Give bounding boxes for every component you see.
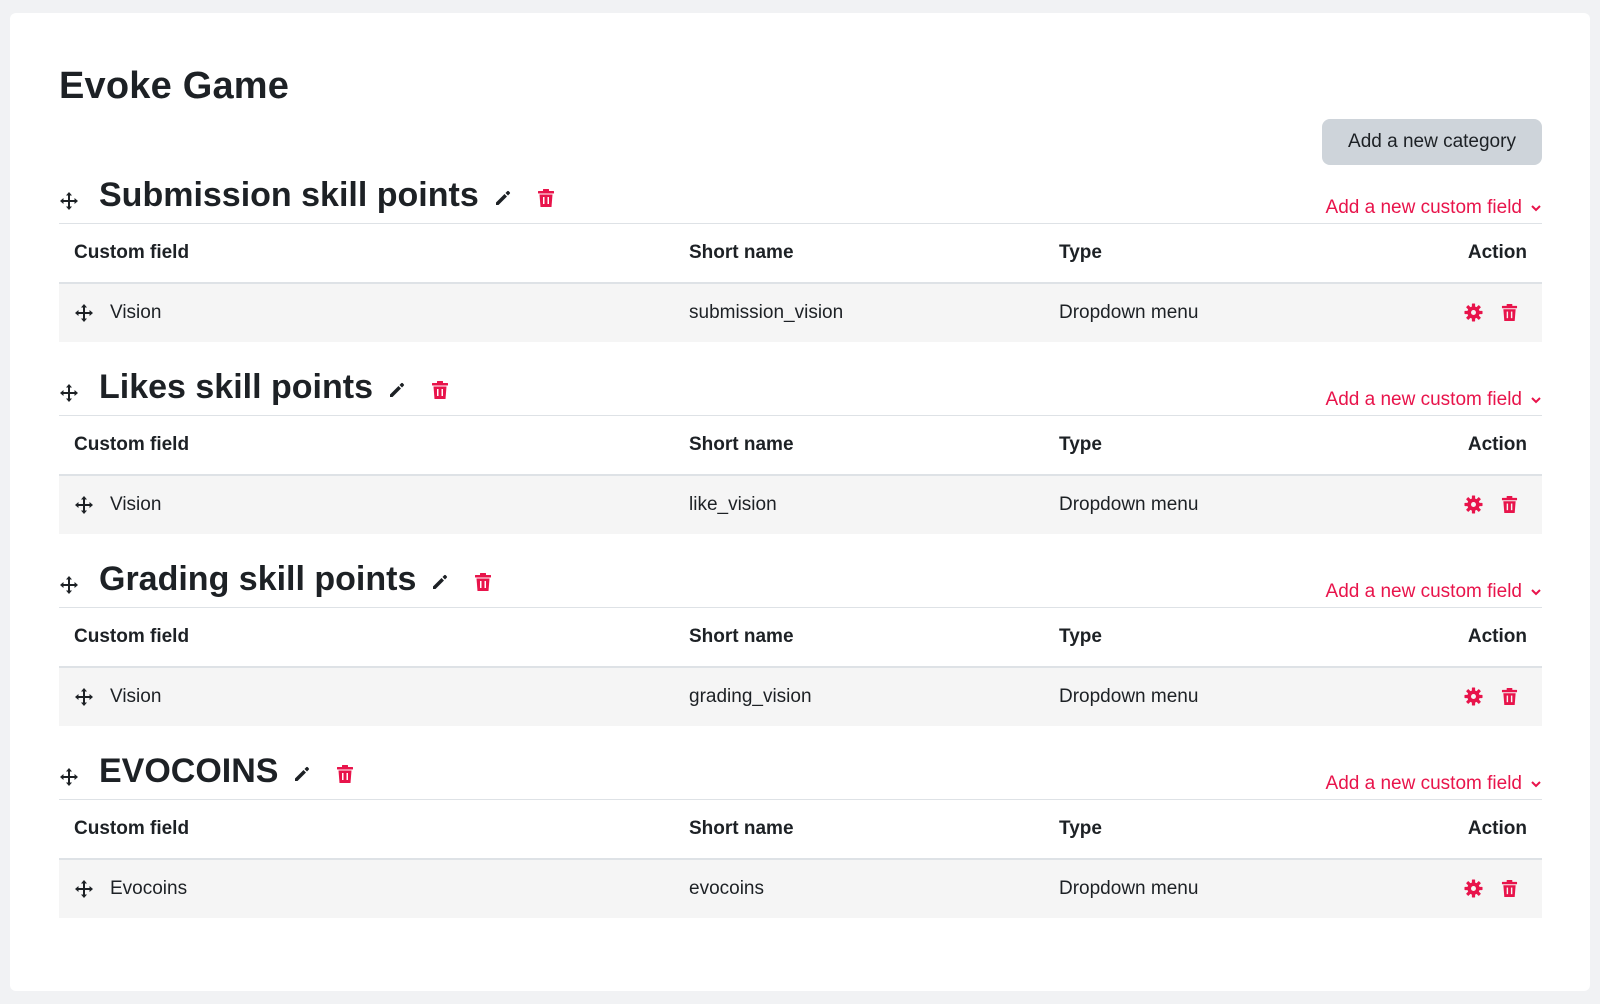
chevron-down-icon [1531,781,1541,788]
header-action: Action [1467,626,1527,647]
move-icon[interactable] [74,495,94,515]
category-name: EVOCOINS [99,751,279,790]
field-name: Vision [110,686,162,707]
add-custom-field-label: Add a new custom field [1325,773,1522,794]
header-type: Type [1059,242,1102,263]
category-title: Likes skill points [99,365,449,409]
add-custom-field-label: Add a new custom field [1325,581,1522,602]
add-custom-field-dropdown[interactable]: Add a new custom field [1326,773,1542,795]
add-custom-field-dropdown[interactable]: Add a new custom field [1326,197,1542,219]
category-name: Likes skill points [99,367,373,406]
header-short-name: Short name [689,434,794,455]
field-name: Vision [110,494,162,515]
main-card: Evoke Game Add a new category Submission… [10,13,1590,991]
add-custom-field-label: Add a new custom field [1325,389,1522,410]
category-title: Submission skill points [99,173,555,217]
header-short-name: Short name [689,242,794,263]
trash-icon[interactable] [1501,495,1518,514]
header-short-name: Short name [689,626,794,647]
category-title: EVOCOINS [99,749,354,793]
header-action: Action [1467,434,1527,455]
page-title: Evoke Game [59,65,290,107]
table-row: Vision like_vision Dropdown menu [59,476,1542,534]
move-icon[interactable] [59,575,79,595]
move-icon[interactable] [74,879,94,899]
category-section: Likes skill points Add a new custom fiel… [59,365,1542,534]
trash-icon[interactable] [1501,303,1518,322]
row-actions [1464,495,1518,514]
category-header: Likes skill points Add a new custom fiel… [59,365,1542,415]
header-custom-field: Custom field [74,434,190,455]
gear-icon[interactable] [1464,495,1483,514]
row-actions [1464,303,1518,322]
field-name: Vision [110,302,162,323]
category-header: Submission skill points Add a new custom… [59,173,1542,223]
add-custom-field-dropdown[interactable]: Add a new custom field [1326,389,1542,411]
trash-icon[interactable] [474,572,492,592]
header-type: Type [1059,434,1102,455]
trash-icon[interactable] [537,188,555,208]
trash-icon[interactable] [336,764,354,784]
field-short-name: evocoins [689,878,764,899]
category-name: Grading skill points [99,559,417,598]
header-action: Action [1467,242,1527,263]
table-header: Custom field Short name Type Action [59,800,1542,860]
table-row: Evocoins evocoins Dropdown menu [59,860,1542,918]
table-header: Custom field Short name Type Action [59,224,1542,284]
header-short-name: Short name [689,818,794,839]
pencil-icon[interactable] [493,188,513,208]
move-icon[interactable] [59,767,79,787]
custom-fields-table: Custom field Short name Type Action Evoc… [59,799,1542,918]
table-header: Custom field Short name Type Action [59,416,1542,476]
custom-fields-table: Custom field Short name Type Action Visi… [59,223,1542,342]
field-name: Evocoins [110,878,188,899]
field-type: Dropdown menu [1059,686,1199,707]
trash-icon[interactable] [1501,879,1518,898]
category-section: EVOCOINS Add a new custom field Custom f… [59,749,1542,918]
custom-fields-table: Custom field Short name Type Action Visi… [59,607,1542,726]
table-row: Vision grading_vision Dropdown menu [59,668,1542,726]
chevron-down-icon [1531,205,1541,212]
category-section: Grading skill points Add a new custom fi… [59,557,1542,726]
trash-icon[interactable] [1501,687,1518,706]
category-section: Submission skill points Add a new custom… [59,173,1542,342]
header-custom-field: Custom field [74,242,190,263]
category-header: EVOCOINS Add a new custom field [59,749,1542,799]
category-header: Grading skill points Add a new custom fi… [59,557,1542,607]
custom-fields-table: Custom field Short name Type Action Visi… [59,415,1542,534]
gear-icon[interactable] [1464,303,1483,322]
field-short-name: submission_vision [689,302,844,323]
header-action: Action [1467,818,1527,839]
field-type: Dropdown menu [1059,302,1199,323]
gear-icon[interactable] [1464,879,1483,898]
gear-icon[interactable] [1464,687,1483,706]
table-row: Vision submission_vision Dropdown menu [59,284,1542,342]
move-icon[interactable] [74,687,94,707]
pencil-icon[interactable] [430,572,450,592]
field-type: Dropdown menu [1059,494,1199,515]
header-type: Type [1059,626,1102,647]
header-type: Type [1059,818,1102,839]
pencil-icon[interactable] [292,764,312,784]
move-icon[interactable] [74,303,94,323]
field-short-name: like_vision [689,494,777,515]
trash-icon[interactable] [431,380,449,400]
chevron-down-icon [1531,397,1541,404]
add-custom-field-dropdown[interactable]: Add a new custom field [1326,581,1542,603]
chevron-down-icon [1531,589,1541,596]
header-custom-field: Custom field [74,626,190,647]
pencil-icon[interactable] [387,380,407,400]
add-custom-field-label: Add a new custom field [1325,197,1522,218]
header-custom-field: Custom field [74,818,190,839]
field-type: Dropdown menu [1059,878,1199,899]
row-actions [1464,879,1518,898]
row-actions [1464,687,1518,706]
category-title: Grading skill points [99,557,492,601]
move-icon[interactable] [59,191,79,211]
field-short-name: grading_vision [689,686,812,707]
move-icon[interactable] [59,383,79,403]
add-category-button[interactable]: Add a new category [1322,119,1542,165]
category-name: Submission skill points [99,175,479,214]
table-header: Custom field Short name Type Action [59,608,1542,668]
